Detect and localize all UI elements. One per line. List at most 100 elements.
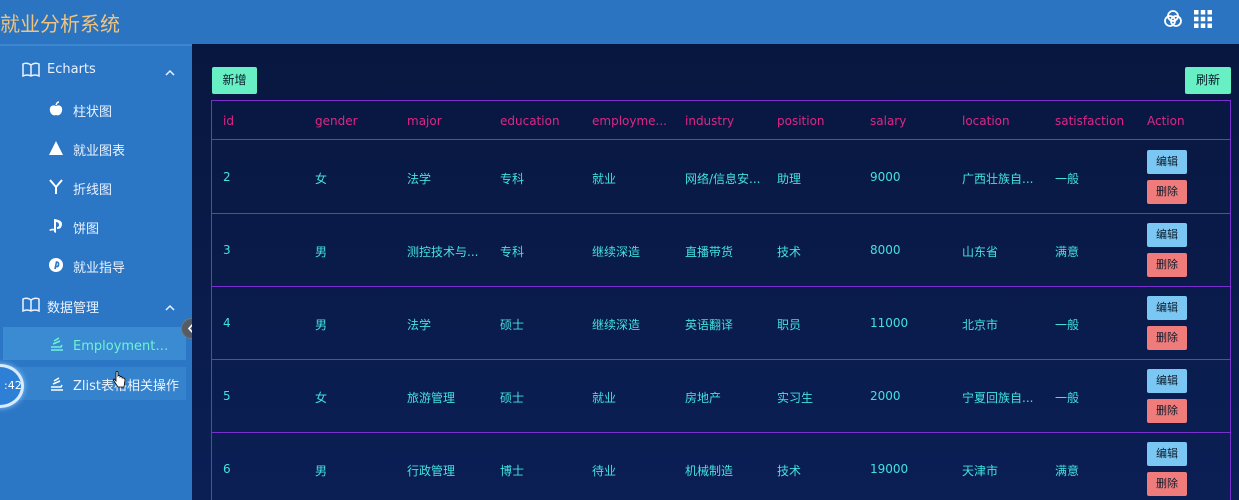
clock-text: :42: [4, 379, 22, 392]
sidebar: Echarts 柱状图 就业图表 折线图 饼图 就业指导 数据管理 Employ…: [0, 44, 192, 500]
cell-industry: 英语翻译: [685, 318, 734, 332]
sidebar-item-label: 就业指导: [73, 261, 126, 276]
table-row: 4 男 法学 硕士 继续深造 英语翻译 职员 11000 北京市 一般 编辑 删…: [212, 287, 1230, 360]
table-row: 2 女 法学 专科 就业 网络/信息安... 助理 9000 广西壮族自... …: [212, 141, 1230, 214]
cell-position: 职员: [777, 318, 802, 332]
column-header-major[interactable]: major: [407, 114, 487, 128]
cell-id: 6: [223, 462, 231, 476]
apple-icon: [48, 101, 64, 117]
app-title: 就业分析系统: [0, 12, 120, 36]
cell-major: 行政管理: [407, 464, 456, 478]
cell-industry: 房地产: [685, 391, 722, 405]
cell-id: 3: [223, 243, 231, 257]
sidebar-item-label: Zlist表格相关操作: [73, 379, 179, 394]
edit-button[interactable]: 编辑: [1147, 442, 1187, 466]
refresh-button[interactable]: 刷新: [1185, 67, 1231, 94]
cell-id: 5: [223, 389, 231, 403]
sidebar-item-pie-chart[interactable]: 饼图: [0, 207, 192, 245]
column-header-position[interactable]: position: [777, 114, 857, 128]
edit-button[interactable]: 编辑: [1147, 150, 1187, 174]
sidebar-item-guidance[interactable]: 就业指导: [0, 246, 192, 284]
cell-salary: 8000: [870, 243, 901, 257]
sidebar-item-line-chart[interactable]: 折线图: [0, 168, 192, 206]
cell-salary: 19000: [870, 462, 909, 476]
sidebar-item-label: Employment表相...: [73, 339, 181, 354]
delete-button[interactable]: 删除: [1147, 472, 1187, 496]
edit-button[interactable]: 编辑: [1147, 223, 1187, 247]
sidebar-item-zlist-table[interactable]: Zlist表格相关操作: [3, 367, 186, 400]
cell-education: 硕士: [500, 318, 525, 332]
cell-gender: 男: [315, 318, 328, 332]
apps-grid-icon[interactable]: [1193, 9, 1213, 29]
column-header-industry[interactable]: industry: [685, 114, 765, 128]
delete-button[interactable]: 删除: [1147, 326, 1187, 350]
cell-satisfaction: 一般: [1055, 172, 1080, 186]
table-row: 3 男 测控技术与... 专科 继续深造 直播带货 技术 8000 山东省 满意…: [212, 214, 1230, 287]
cell-employment: 继续深造: [592, 318, 641, 332]
cell-satisfaction: 满意: [1055, 245, 1080, 259]
cell-location: 广西壮族自...: [962, 172, 1034, 186]
cell-education: 专科: [500, 172, 525, 186]
column-header-action: Action: [1147, 114, 1185, 128]
cell-industry: 机械制造: [685, 464, 734, 478]
edit-button[interactable]: 编辑: [1147, 369, 1187, 393]
cell-position: 助理: [777, 172, 802, 186]
column-header-satisfaction[interactable]: satisfaction: [1055, 114, 1140, 128]
cell-industry: 网络/信息安...: [685, 172, 761, 186]
y-branch-icon: [48, 179, 64, 195]
table-row: 6 男 行政管理 博士 待业 机械制造 技术 19000 天津市 满意 编辑 删…: [212, 433, 1230, 500]
top-header: 就业分析系统: [0, 0, 1239, 44]
cell-major: 法学: [407, 172, 432, 186]
cell-satisfaction: 满意: [1055, 464, 1080, 478]
cell-satisfaction: 一般: [1055, 318, 1080, 332]
delete-button[interactable]: 删除: [1147, 180, 1187, 204]
cell-industry: 直播带货: [685, 245, 734, 259]
employment-table: id gender major education employme... in…: [211, 100, 1231, 500]
cell-location: 北京市: [962, 318, 999, 332]
delete-button[interactable]: 删除: [1147, 253, 1187, 277]
column-header-education[interactable]: education: [500, 114, 580, 128]
book-icon: [22, 62, 40, 78]
sidebar-item-employment-table[interactable]: Employment表相...: [3, 327, 186, 360]
cell-major: 测控技术与...: [407, 245, 479, 259]
edit-button[interactable]: 编辑: [1147, 296, 1187, 320]
cell-salary: 9000: [870, 170, 901, 184]
column-header-employment[interactable]: employme...: [592, 114, 672, 128]
add-button[interactable]: 新增: [212, 67, 257, 94]
theme-circles-icon[interactable]: [1163, 9, 1183, 29]
menu-group-echarts[interactable]: Echarts: [0, 50, 192, 90]
column-header-id[interactable]: id: [223, 114, 303, 128]
cell-employment: 就业: [592, 391, 617, 405]
cell-location: 天津市: [962, 464, 999, 478]
cell-location: 宁夏回族自...: [962, 391, 1034, 405]
sidebar-item-employment-chart[interactable]: 就业图表: [0, 129, 192, 167]
playstation-icon: [48, 218, 64, 234]
cell-employment: 待业: [592, 464, 617, 478]
sidebar-item-bar-chart[interactable]: 柱状图: [0, 90, 192, 128]
cell-position: 实习生: [777, 391, 814, 405]
cell-employment: 就业: [592, 172, 617, 186]
sidebar-item-label: 折线图: [73, 183, 113, 198]
cell-gender: 女: [315, 172, 328, 186]
cell-gender: 男: [315, 245, 328, 259]
book-icon: [22, 297, 40, 313]
column-header-location[interactable]: location: [962, 114, 1042, 128]
cell-major: 法学: [407, 318, 432, 332]
hand-cursor-icon: [112, 371, 126, 389]
cell-gender: 男: [315, 464, 328, 478]
cell-position: 技术: [777, 245, 802, 259]
column-header-salary[interactable]: salary: [870, 114, 950, 128]
sidebar-item-label: 就业图表: [73, 144, 126, 159]
cell-salary: 11000: [870, 316, 909, 330]
table-header: id gender major education employme... in…: [212, 101, 1230, 140]
chevron-up-icon: [164, 64, 176, 76]
column-header-gender[interactable]: gender: [315, 114, 395, 128]
cell-id: 4: [223, 316, 231, 330]
cell-education: 硕士: [500, 391, 525, 405]
menu-group-label: Echarts: [47, 62, 96, 77]
cell-satisfaction: 一般: [1055, 391, 1080, 405]
menu-group-data-management[interactable]: 数据管理: [0, 285, 192, 325]
cell-education: 专科: [500, 245, 525, 259]
delete-button[interactable]: 删除: [1147, 399, 1187, 423]
sidebar-item-label: 柱状图: [73, 105, 113, 120]
